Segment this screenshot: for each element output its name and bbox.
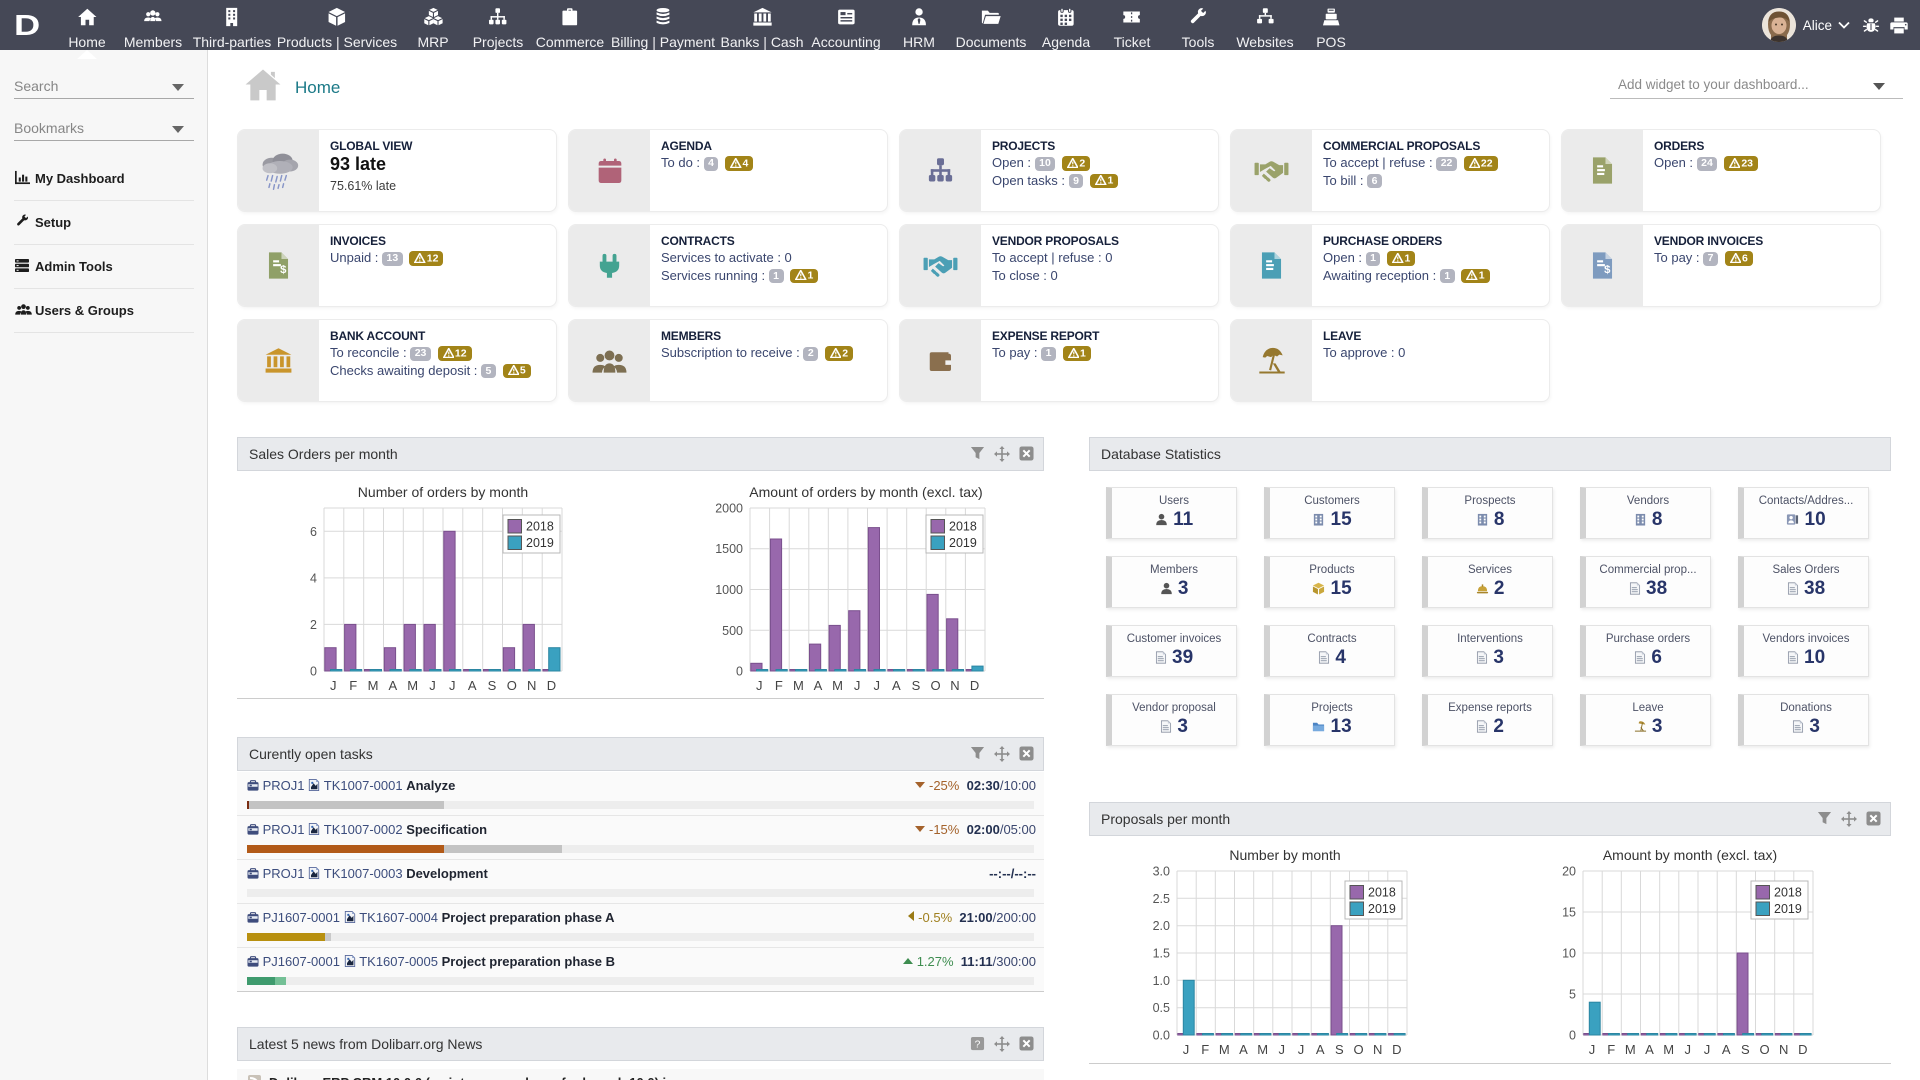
svg-text:J: J bbox=[449, 678, 456, 693]
svg-text:J: J bbox=[854, 678, 861, 693]
svg-text:2019: 2019 bbox=[1368, 902, 1396, 916]
svg-text:J: J bbox=[756, 678, 763, 693]
svg-text:2000: 2000 bbox=[715, 502, 743, 516]
svg-text:J: J bbox=[1298, 1042, 1305, 1057]
svg-text:D: D bbox=[1392, 1042, 1401, 1057]
svg-text:A: A bbox=[1722, 1042, 1731, 1057]
svg-text:2.0: 2.0 bbox=[1153, 919, 1170, 933]
svg-text:F: F bbox=[1607, 1042, 1615, 1057]
svg-text:S: S bbox=[1335, 1042, 1344, 1057]
svg-text:D: D bbox=[1798, 1042, 1807, 1057]
svg-text:2019: 2019 bbox=[1774, 902, 1802, 916]
svg-text:J: J bbox=[1279, 1042, 1286, 1057]
svg-text:1500: 1500 bbox=[715, 542, 743, 556]
svg-text:O: O bbox=[507, 678, 517, 693]
svg-text:2019: 2019 bbox=[526, 536, 554, 550]
svg-text:D: D bbox=[547, 678, 556, 693]
svg-text:M: M bbox=[793, 678, 804, 693]
svg-text:0.5: 0.5 bbox=[1153, 1001, 1170, 1015]
svg-text:A: A bbox=[388, 678, 397, 693]
svg-text:J: J bbox=[1704, 1042, 1711, 1057]
svg-text:500: 500 bbox=[722, 624, 743, 638]
svg-text:1000: 1000 bbox=[715, 583, 743, 597]
svg-text:A: A bbox=[468, 678, 477, 693]
svg-text:J: J bbox=[429, 678, 436, 693]
svg-text:A: A bbox=[1239, 1042, 1248, 1057]
svg-text:Amount by month (excl. tax): Amount by month (excl. tax) bbox=[1603, 847, 1777, 863]
svg-text:M: M bbox=[1663, 1042, 1674, 1057]
svg-text:N: N bbox=[1373, 1042, 1382, 1057]
svg-text:M: M bbox=[1625, 1042, 1636, 1057]
svg-text:3.0: 3.0 bbox=[1153, 865, 1170, 879]
svg-text:D: D bbox=[970, 678, 979, 693]
svg-text:M: M bbox=[368, 678, 379, 693]
svg-text:0: 0 bbox=[1569, 1029, 1576, 1043]
svg-text:2019: 2019 bbox=[949, 536, 977, 550]
svg-text:10: 10 bbox=[1562, 947, 1576, 961]
svg-text:2018: 2018 bbox=[526, 520, 554, 534]
svg-text:S: S bbox=[912, 678, 921, 693]
svg-text:N: N bbox=[527, 678, 536, 693]
svg-text:20: 20 bbox=[1562, 865, 1576, 879]
svg-text:J: J bbox=[1589, 1042, 1596, 1057]
svg-text:15: 15 bbox=[1562, 906, 1576, 920]
svg-text:F: F bbox=[349, 678, 357, 693]
svg-text:J: J bbox=[1685, 1042, 1692, 1057]
svg-text:O: O bbox=[930, 678, 940, 693]
svg-text:M: M bbox=[1219, 1042, 1230, 1057]
svg-text:S: S bbox=[488, 678, 497, 693]
svg-text:$: $ bbox=[1604, 264, 1611, 276]
svg-text:F: F bbox=[775, 678, 783, 693]
svg-text:O: O bbox=[1353, 1042, 1363, 1057]
svg-text:Number of orders by month: Number of orders by month bbox=[358, 484, 528, 500]
svg-text:1.5: 1.5 bbox=[1153, 947, 1170, 961]
svg-text:$: $ bbox=[280, 264, 287, 276]
svg-text:M: M bbox=[1257, 1042, 1268, 1057]
svg-text:0: 0 bbox=[736, 665, 743, 679]
svg-text:6: 6 bbox=[310, 525, 317, 539]
svg-text:2.5: 2.5 bbox=[1153, 892, 1170, 906]
svg-text:F: F bbox=[1201, 1042, 1209, 1057]
svg-text:N: N bbox=[950, 678, 959, 693]
svg-text:2018: 2018 bbox=[1368, 886, 1396, 900]
svg-text:A: A bbox=[1645, 1042, 1654, 1057]
svg-text:M: M bbox=[832, 678, 843, 693]
svg-text:Amount of orders by month (exc: Amount of orders by month (excl. tax) bbox=[749, 484, 982, 500]
svg-text:S: S bbox=[1741, 1042, 1750, 1057]
svg-text:Number by month: Number by month bbox=[1229, 847, 1340, 863]
svg-text:2018: 2018 bbox=[1774, 886, 1802, 900]
svg-text:1.0: 1.0 bbox=[1153, 974, 1170, 988]
svg-text:A: A bbox=[892, 678, 901, 693]
svg-text:M: M bbox=[407, 678, 418, 693]
svg-text:2: 2 bbox=[310, 618, 317, 632]
svg-text:A: A bbox=[814, 678, 823, 693]
svg-text:J: J bbox=[1183, 1042, 1190, 1057]
svg-text:2018: 2018 bbox=[949, 520, 977, 534]
svg-text:N: N bbox=[1779, 1042, 1788, 1057]
svg-text:?: ? bbox=[975, 1039, 981, 1050]
svg-text:J: J bbox=[873, 678, 880, 693]
svg-text:0: 0 bbox=[310, 665, 317, 679]
svg-text:A: A bbox=[1316, 1042, 1325, 1057]
svg-text:5: 5 bbox=[1569, 988, 1576, 1002]
svg-text:O: O bbox=[1759, 1042, 1769, 1057]
svg-text:0.0: 0.0 bbox=[1153, 1029, 1170, 1043]
svg-text:J: J bbox=[330, 678, 337, 693]
svg-text:4: 4 bbox=[310, 571, 317, 585]
